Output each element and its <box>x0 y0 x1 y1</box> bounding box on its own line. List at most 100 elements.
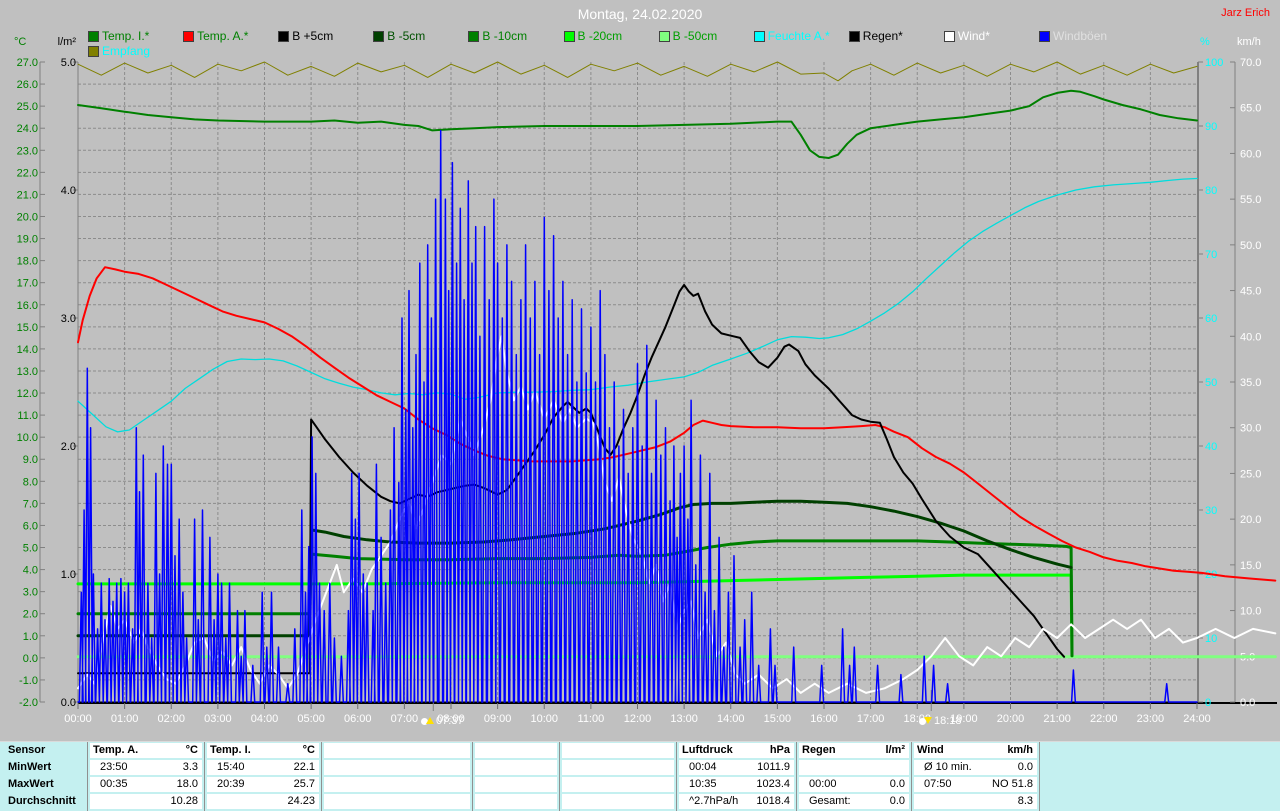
rain-tick-label: 2.0 <box>61 441 76 453</box>
table-separator <box>1039 742 1040 811</box>
cell-text-left: 00:35 <box>100 778 128 790</box>
cell-text-right: 18.0 <box>177 778 198 790</box>
cell-text-left: Temp. A. <box>93 744 138 756</box>
x-axis-label: 04:00 <box>251 713 279 725</box>
table-cell-2-1 <box>324 760 470 775</box>
wind-tick-label: 70.0 <box>1240 57 1261 69</box>
table-separator <box>204 742 205 811</box>
celsius-tick-label: 15.0 <box>17 322 38 334</box>
celsius-tick-label: 20.0 <box>17 211 38 223</box>
celsius-tick-label: 5.0 <box>23 543 38 555</box>
legend-swatch <box>659 31 670 42</box>
table-cell-2-3 <box>324 794 470 809</box>
legend-label: B +5cm <box>292 29 333 43</box>
legend-label: Temp. I.* <box>102 29 149 43</box>
table-cell-4-0 <box>562 743 674 758</box>
percent-tick-labels: 1009080706050403020100 <box>1198 57 1223 709</box>
cell-text-left: 15:40 <box>217 761 245 773</box>
celsius-tick-label: 24.0 <box>17 123 38 135</box>
rain-tick-label: 1.0 <box>61 569 76 581</box>
table-separator <box>321 742 322 811</box>
x-axis-label: 17:00 <box>857 713 885 725</box>
sunset-time: 18:18 <box>934 715 962 727</box>
celsius-tick-label: 22.0 <box>17 167 38 179</box>
rain-tick-labels: 5.04.03.02.01.00.0 <box>61 57 78 709</box>
percent-tick-label: 100 <box>1205 57 1223 69</box>
cell-text-right: 0.0 <box>890 778 905 790</box>
cell-text-right: °C <box>303 744 315 756</box>
x-axis-label: 02:00 <box>157 713 185 725</box>
sunrise-time: 07:37 <box>436 715 464 727</box>
legend-item-empfang: Empfang <box>88 44 150 58</box>
chart-plot: 27.026.025.024.023.022.021.020.019.018.0… <box>0 0 1280 810</box>
x-axis-label: 01:00 <box>111 713 139 725</box>
table-separator <box>472 742 473 811</box>
percent-tick-label: 70 <box>1205 249 1217 261</box>
legend-swatch <box>278 31 289 42</box>
table-cell-7-1: Ø 10 min.0.0 <box>914 760 1037 775</box>
x-axis-label: 05:00 <box>297 713 325 725</box>
cell-text-left: Luftdruck <box>682 744 733 756</box>
table-cell-3-1 <box>475 760 557 775</box>
cell-text-right: °C <box>186 744 198 756</box>
legend-label: B -20cm <box>578 29 623 43</box>
series-group <box>78 62 1275 702</box>
cell-text-right: 0.0 <box>890 795 905 807</box>
cell-text-right: 22.1 <box>294 761 315 773</box>
weather-chart-window: Montag, 24.02.2020 Jarz Erich °C l/m² % … <box>0 0 1280 810</box>
celsius-tick-label: 18.0 <box>17 256 38 268</box>
celsius-tick-label: 6.0 <box>23 520 38 532</box>
wind-tick-label: 60.0 <box>1240 148 1261 160</box>
legend-swatch <box>754 31 765 42</box>
celsius-tick-label: 4.0 <box>23 565 38 577</box>
x-axis-label: 23:00 <box>1137 713 1165 725</box>
cell-text-left: 00:04 <box>689 761 717 773</box>
x-axis-label: 21:00 <box>1043 713 1071 725</box>
legend-swatch <box>564 31 575 42</box>
legend-label: Windböen <box>1053 29 1107 43</box>
table-cell-4-2 <box>562 777 674 792</box>
table-cell-0-2: 00:35 18.0 <box>90 777 202 792</box>
legend-label: B -10cm <box>482 29 527 43</box>
rain-tick-label: 3.0 <box>61 313 76 325</box>
celsius-tick-label: -1.0 <box>19 675 38 687</box>
cell-text-right: 8.3 <box>1018 795 1033 807</box>
x-axis-label: 14:00 <box>717 713 745 725</box>
x-axis-label: 09:00 <box>484 713 512 725</box>
cell-text-left: Temp. I. <box>210 744 251 756</box>
legend-swatch <box>373 31 384 42</box>
series-temp-a <box>78 267 1275 580</box>
table-separator <box>796 742 797 811</box>
table-cell-1-0: Temp. I. °C <box>207 743 319 758</box>
table-cell-0-3: 10.28 <box>90 794 202 809</box>
legend-item-feuchte-a: Feuchte A.* <box>754 29 830 43</box>
percent-tick-label: 40 <box>1205 441 1217 453</box>
rain-tick-label: 5.0 <box>61 57 76 69</box>
celsius-tick-label: 12.0 <box>17 388 38 400</box>
x-axis-label: 20:00 <box>997 713 1025 725</box>
celsius-tick-label: 0.0 <box>23 653 38 665</box>
wind-tick-label: 40.0 <box>1240 331 1261 343</box>
celsius-tick-label: 13.0 <box>17 366 38 378</box>
x-axis-label: 10:00 <box>530 713 558 725</box>
wind-tick-label: 10.0 <box>1240 606 1261 618</box>
x-axis-label: 07:00 <box>391 713 419 725</box>
legend-label: B -5cm <box>387 29 425 43</box>
table-cell-5-1: 00:041011.9 <box>679 760 794 775</box>
celsius-tick-label: 21.0 <box>17 189 38 201</box>
cell-text-left: 07:50 <box>924 778 952 790</box>
legend-label: Feuchte A.* <box>768 29 830 43</box>
table-cell-7-3: 8.3 <box>914 794 1037 809</box>
cell-text-left: Gesamt: <box>809 795 851 807</box>
row-label-maxwert: MaxWert <box>8 778 54 790</box>
legend-item-b-5cm: B -5cm <box>373 29 425 43</box>
cell-text-left: Wind <box>917 744 944 756</box>
table-cell-7-0: Windkm/h <box>914 743 1037 758</box>
x-axis-label: 16:00 <box>810 713 838 725</box>
row-label-durchschnitt: Durchschnitt <box>8 795 76 807</box>
legend-item-b-5cm: B +5cm <box>278 29 333 43</box>
cell-text-left: 00:00 <box>809 778 837 790</box>
table-cell-6-0: Regenl/m² <box>799 743 909 758</box>
legend-item-temp-a: Temp. A.* <box>183 29 248 43</box>
table-cell-2-0 <box>324 743 470 758</box>
